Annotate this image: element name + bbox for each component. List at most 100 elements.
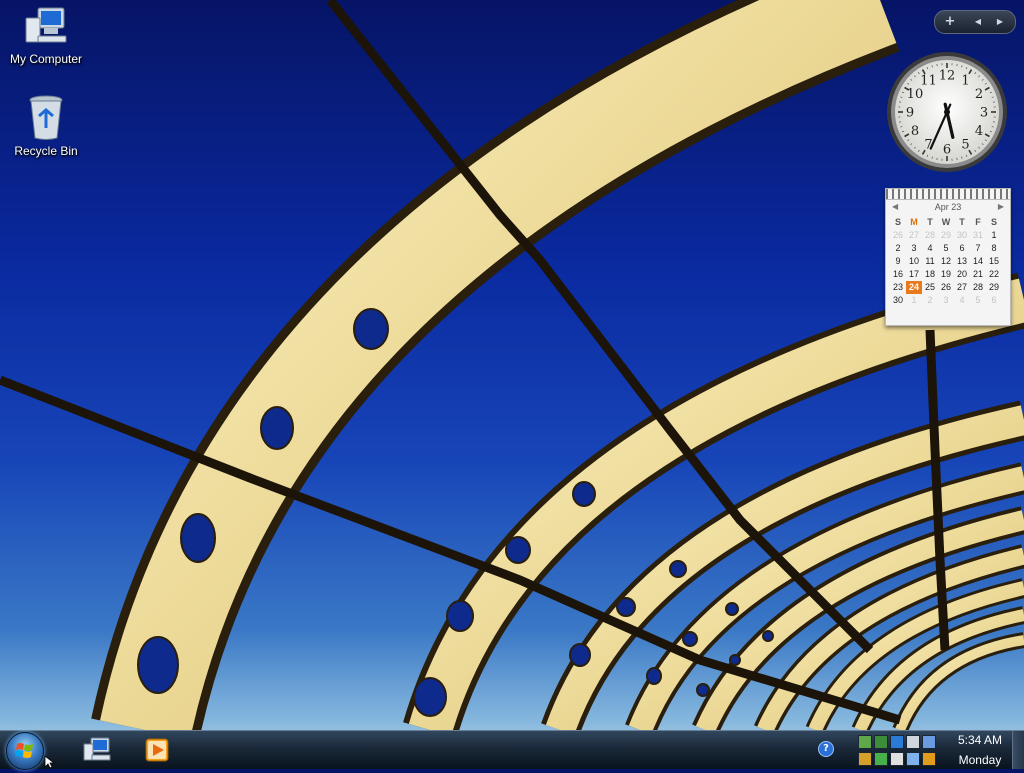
calendar-day[interactable]: 23 <box>890 281 906 294</box>
taskbar-clock-time: 5:34 AM <box>950 733 1010 747</box>
clock-center-pin <box>944 109 950 115</box>
calendar-day[interactable]: 8 <box>986 242 1002 255</box>
calendar-weekday: T <box>922 216 938 229</box>
calendar-day[interactable]: 22 <box>986 268 1002 281</box>
next-month-arrow-icon[interactable]: ▶ <box>998 200 1004 214</box>
calendar-day[interactable]: 26 <box>890 229 906 242</box>
clock-number: 6 <box>943 143 951 158</box>
network-icon[interactable] <box>858 735 872 749</box>
desktop-icon-my-computer[interactable]: My Computer <box>0 6 94 66</box>
calendar-month: Apr 23 <box>935 202 962 212</box>
security-icon[interactable] <box>874 735 888 749</box>
calendar-day[interactable]: 29 <box>938 229 954 242</box>
media-player-icon <box>142 735 172 765</box>
calendar-weekday: M <box>906 216 922 229</box>
language-icon[interactable] <box>890 752 904 766</box>
desktop-icon-label: My Computer <box>10 52 82 66</box>
prev-month-arrow-icon[interactable]: ◀ <box>892 200 898 214</box>
calendar-day[interactable]: 5 <box>938 242 954 255</box>
calendar-day[interactable]: 19 <box>938 268 954 281</box>
power-icon[interactable] <box>874 752 888 766</box>
calendar-day-today[interactable]: 24 <box>906 281 922 294</box>
calendar-weekday: S <box>986 216 1002 229</box>
calendar-day[interactable]: 2 <box>922 294 938 307</box>
calendar-grid: SMTWTFS262728293031123456789101112131415… <box>886 214 1010 307</box>
windows-start-icon <box>7 733 43 769</box>
calendar-day[interactable]: 4 <box>954 294 970 307</box>
clock-number: 3 <box>980 106 988 121</box>
calendar-day[interactable]: 7 <box>970 242 986 255</box>
calendar-day[interactable]: 1 <box>986 229 1002 242</box>
desktop-wallpaper <box>0 0 1024 730</box>
calendar-day[interactable]: 18 <box>922 268 938 281</box>
calendar-weekday: F <box>970 216 986 229</box>
calendar-day[interactable]: 3 <box>938 294 954 307</box>
display-icon[interactable] <box>906 735 920 749</box>
calendar-spiral <box>886 189 1010 200</box>
calendar-day[interactable]: 26 <box>938 281 954 294</box>
calendar-day[interactable]: 11 <box>922 255 938 268</box>
monitor-icon[interactable] <box>906 752 920 766</box>
taskbar: ? 5:34 AM Monday <box>0 730 1024 769</box>
calendar-day[interactable]: 25 <box>922 281 938 294</box>
clock-number: 2 <box>975 87 983 102</box>
taskbar-clock[interactable]: 5:34 AM Monday <box>950 731 1010 769</box>
calendar-day[interactable]: 13 <box>954 255 970 268</box>
notification-area <box>850 731 954 769</box>
safely-remove-icon[interactable] <box>922 735 936 749</box>
calendar-day[interactable]: 10 <box>906 255 922 268</box>
calendar-gadget[interactable]: ◀ Apr 23 ▶ SMTWTFS2627282930311234567891… <box>885 188 1011 326</box>
calendar-day[interactable]: 16 <box>890 268 906 281</box>
help-icon[interactable]: ? <box>818 741 834 757</box>
calendar-weekday: T <box>954 216 970 229</box>
calendar-day[interactable]: 9 <box>890 255 906 268</box>
calendar-day[interactable]: 28 <box>922 229 938 242</box>
calendar-weekday: S <box>890 216 906 229</box>
calendar-day[interactable]: 1 <box>906 294 922 307</box>
update-icon[interactable] <box>858 752 872 766</box>
clock-number: 8 <box>911 124 919 139</box>
search-icon[interactable] <box>922 752 936 766</box>
mouse-cursor-icon <box>44 756 56 768</box>
quick-launch-show-desktop[interactable] <box>82 735 112 765</box>
add-gadget-button[interactable]: + <box>939 13 961 31</box>
clock-number: 11 <box>920 73 937 88</box>
sidebar-gadget-controls: + ◀ ▶ <box>934 10 1016 34</box>
start-button[interactable] <box>6 732 44 770</box>
clock-gadget[interactable]: 121234567891011 <box>885 50 1009 174</box>
calendar-day[interactable]: 31 <box>970 229 986 242</box>
calendar-day[interactable]: 4 <box>922 242 938 255</box>
taskbar-clock-day: Monday <box>950 753 1010 767</box>
volume-icon[interactable] <box>890 735 904 749</box>
quick-launch-media-player[interactable] <box>142 735 172 765</box>
desktop-computer-icon <box>82 735 112 765</box>
calendar-day[interactable]: 27 <box>906 229 922 242</box>
previous-page-button[interactable]: ◀ <box>967 13 989 31</box>
calendar-day[interactable]: 30 <box>954 229 970 242</box>
calendar-day[interactable]: 21 <box>970 268 986 281</box>
calendar-day[interactable]: 6 <box>986 294 1002 307</box>
calendar-day[interactable]: 20 <box>954 268 970 281</box>
desktop-icon-label: Recycle Bin <box>14 144 77 158</box>
calendar-day[interactable]: 27 <box>954 281 970 294</box>
calendar-weekday: W <box>938 216 954 229</box>
show-desktop-strip[interactable] <box>1012 731 1024 769</box>
calendar-day[interactable]: 29 <box>986 281 1002 294</box>
recycle-bin-icon <box>24 94 68 142</box>
calendar-day[interactable]: 14 <box>970 255 986 268</box>
calendar-day[interactable]: 3 <box>906 242 922 255</box>
calendar-day[interactable]: 6 <box>954 242 970 255</box>
desktop-icon-recycle-bin[interactable]: Recycle Bin <box>0 94 94 158</box>
calendar-day[interactable]: 30 <box>890 294 906 307</box>
next-page-button[interactable]: ▶ <box>989 13 1011 31</box>
calendar-day[interactable]: 5 <box>970 294 986 307</box>
calendar-day[interactable]: 12 <box>938 255 954 268</box>
calendar-day[interactable]: 15 <box>986 255 1002 268</box>
clock-number: 4 <box>975 124 983 139</box>
calendar-day[interactable]: 28 <box>970 281 986 294</box>
calendar-day[interactable]: 2 <box>890 242 906 255</box>
clock-number: 10 <box>907 87 924 102</box>
calendar-day[interactable]: 17 <box>906 268 922 281</box>
calendar-header: ◀ Apr 23 ▶ <box>886 200 1010 214</box>
clock-number: 12 <box>939 69 956 84</box>
